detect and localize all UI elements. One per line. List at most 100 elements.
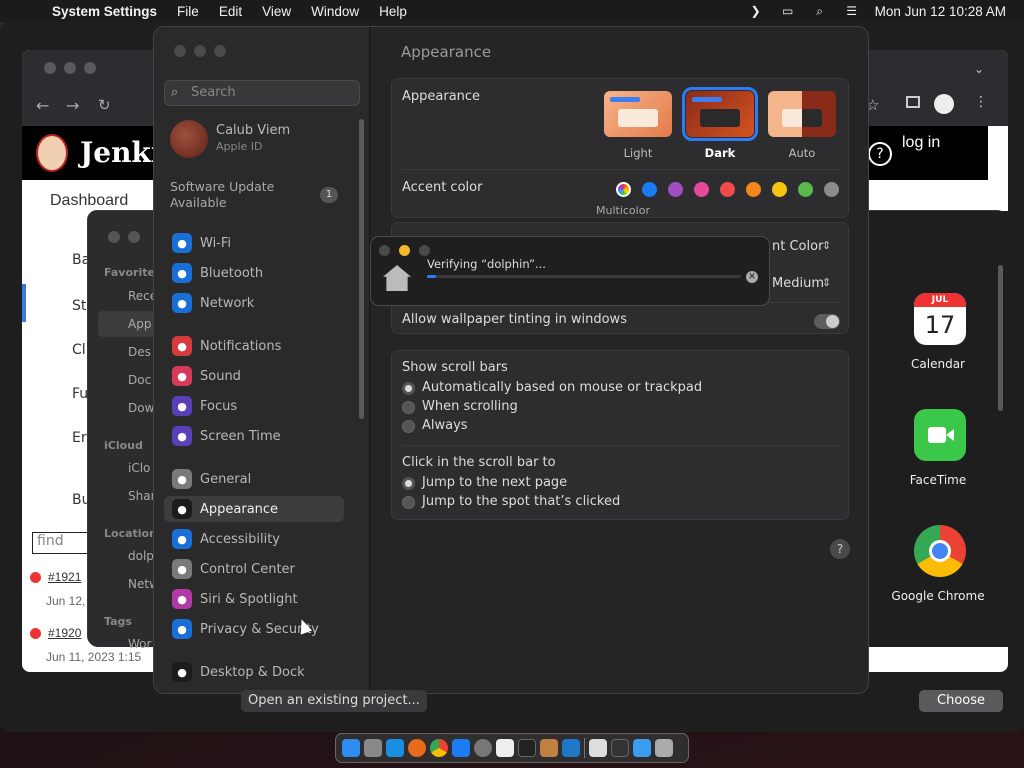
radio-button[interactable] [402, 382, 415, 395]
radio-button[interactable] [402, 420, 415, 433]
finder-sidebar-item[interactable]: Shar [128, 489, 156, 503]
sidebar-item-siri-spotlight[interactable]: ● Siri & Spotlight [164, 586, 344, 612]
facetime-icon[interactable] [914, 409, 966, 461]
chrome-dock-icon[interactable] [430, 739, 448, 757]
theme-label-light[interactable]: Light [598, 146, 678, 160]
accent-swatch[interactable] [798, 182, 813, 197]
app-menu[interactable]: System Settings [52, 4, 157, 19]
highlight-color-value[interactable]: nt Color [772, 239, 823, 254]
jenkins-logo[interactable] [36, 134, 68, 172]
screen-mirroring-icon[interactable]: ▭ [779, 4, 797, 18]
breadcrumb-dashboard[interactable]: Dashboard [50, 192, 128, 210]
menu-window[interactable]: Window [311, 4, 359, 19]
sidebar-item-sound[interactable]: ● Sound [164, 363, 344, 389]
sidebar-item-privacy-security[interactable]: ● Privacy & Security [164, 616, 344, 642]
help-button[interactable]: ? [830, 539, 850, 559]
software-update-link[interactable]: Software Update Available [170, 179, 310, 211]
user-name[interactable]: Calub Viem [216, 123, 290, 138]
back-arrow-icon[interactable]: ← [36, 96, 49, 115]
stepper-icon[interactable]: ⇕ [822, 276, 831, 289]
accent-swatch[interactable] [616, 182, 631, 197]
finder-sidebar-item[interactable]: iClo [128, 461, 150, 475]
radio-label[interactable]: Automatically based on mouse or trackpad [422, 380, 702, 395]
menu-help[interactable]: Help [379, 4, 407, 19]
scrollbar[interactable] [998, 265, 1003, 411]
app-name[interactable]: FaceTime [868, 473, 1008, 487]
calendar-icon[interactable]: JUL 17 [914, 293, 966, 345]
accent-swatch[interactable] [824, 182, 839, 197]
settings-dock-icon[interactable] [474, 739, 492, 757]
radio-button[interactable] [402, 496, 415, 509]
search-input[interactable]: Search [164, 80, 360, 106]
chrome-icon[interactable] [914, 525, 966, 577]
sidebar-scrollbar[interactable] [359, 119, 364, 419]
radio-button[interactable] [402, 477, 415, 490]
menu-view[interactable]: View [262, 4, 291, 19]
control-center-icon[interactable]: ☰ [843, 4, 861, 18]
radio-button[interactable] [402, 401, 415, 414]
finder-sidebar-item[interactable]: dolp [128, 549, 154, 563]
sidebar-item-bluetooth[interactable]: ● Bluetooth [164, 260, 344, 286]
finder-icon[interactable] [342, 739, 360, 757]
sidebar-item-general[interactable]: ● General [164, 466, 344, 492]
theme-label-auto[interactable]: Auto [762, 146, 842, 160]
firefox-icon[interactable] [408, 739, 426, 757]
vscode-icon[interactable] [562, 739, 580, 757]
cancel-icon[interactable]: ✕ [746, 271, 758, 283]
sidebar-item-accessibility[interactable]: ● Accessibility [164, 526, 344, 552]
terminal-icon[interactable] [518, 739, 536, 757]
radio-label[interactable]: Jump to the next page [422, 475, 567, 490]
minimize-button[interactable] [64, 62, 76, 74]
close-button[interactable] [44, 62, 56, 74]
more-icon[interactable]: ⋮ [974, 94, 988, 110]
downloads-folder-icon[interactable] [633, 739, 651, 757]
sidebar-item-focus[interactable]: ● Focus [164, 393, 344, 419]
sidebar-link[interactable]: Cl [72, 342, 86, 358]
radio-label[interactable]: When scrolling [422, 399, 518, 414]
help-icon[interactable]: ? [868, 142, 892, 166]
accent-swatch[interactable] [772, 182, 787, 197]
sidebar-link[interactable]: Fu [72, 386, 88, 402]
open-project-button[interactable]: Open an existing project... [241, 690, 427, 712]
sidebar-item-control-center[interactable]: ● Control Center [164, 556, 344, 582]
dark-theme-thumbnail[interactable] [682, 87, 758, 141]
sidebar-icon[interactable] [906, 96, 920, 108]
profile-icon[interactable] [934, 94, 954, 114]
accent-swatch[interactable] [746, 182, 761, 197]
close-button[interactable] [379, 245, 390, 256]
theme-label-dark[interactable]: Dark [680, 146, 760, 160]
stepper-icon[interactable]: ⇕ [822, 239, 831, 252]
minimize-button[interactable] [128, 231, 140, 243]
sidebar-item-wi-fi[interactable]: ● Wi-Fi [164, 230, 344, 256]
zoom-button[interactable] [214, 45, 226, 57]
minimize-button[interactable] [194, 45, 206, 57]
forward-arrow-icon[interactable]: → [66, 96, 79, 115]
sidebar-item-appearance[interactable]: ● Appearance [164, 496, 344, 522]
close-button[interactable] [174, 45, 186, 57]
wallpaper-tinting-toggle[interactable] [814, 314, 840, 329]
menu-edit[interactable]: Edit [219, 4, 242, 19]
screen-icon[interactable] [611, 739, 629, 757]
clock[interactable]: Mon Jun 12 10:28 AM [875, 4, 1006, 19]
reload-icon[interactable]: ↻ [98, 96, 111, 114]
light-theme-thumbnail[interactable] [604, 91, 672, 137]
trash-icon[interactable] [655, 739, 673, 757]
brush-icon[interactable] [540, 739, 558, 757]
jenkins-title[interactable]: Jenki [80, 136, 161, 169]
auto-theme-thumbnail[interactable] [768, 91, 836, 137]
sidebar-item-notifications[interactable]: ● Notifications [164, 333, 344, 359]
safari-icon[interactable] [386, 739, 404, 757]
sidebar-item-screen-time[interactable]: ● Screen Time [164, 423, 344, 449]
finder-sidebar-item[interactable]: Dow [128, 401, 154, 415]
choose-button[interactable]: Choose [919, 690, 1003, 712]
sidebar-item-desktop-dock[interactable]: ● Desktop & Dock [164, 659, 344, 685]
accent-swatch[interactable] [720, 182, 735, 197]
zoom-button[interactable] [84, 62, 96, 74]
finder-sidebar-item[interactable]: Wor [128, 637, 151, 651]
radio-label[interactable]: Jump to the spot that’s clicked [422, 494, 620, 509]
app-name[interactable]: Google Chrome [868, 589, 1008, 603]
textedit-icon[interactable] [496, 739, 514, 757]
avatar[interactable] [170, 120, 208, 158]
finder-sidebar-item[interactable]: Doc [128, 373, 151, 387]
app-name[interactable]: Calendar [868, 357, 1008, 371]
